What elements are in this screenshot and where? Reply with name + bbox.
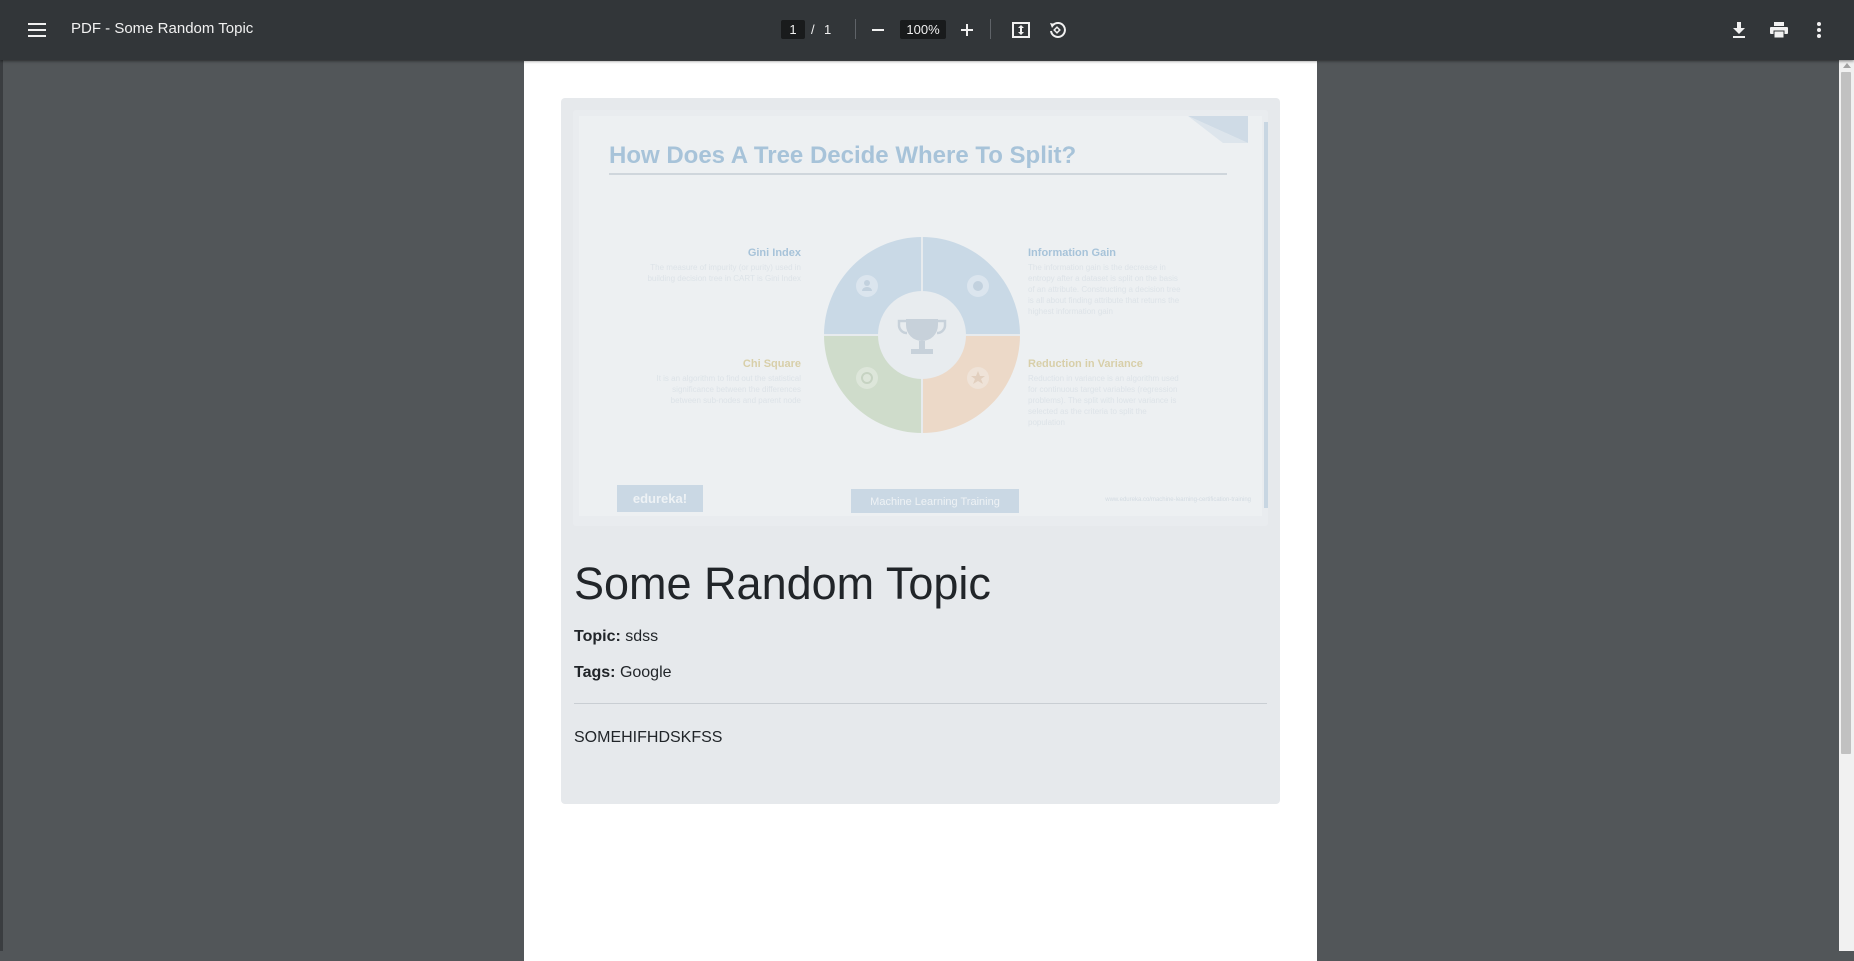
zoom-level-input[interactable]: 100%	[900, 20, 946, 39]
page-number-input[interactable]: 1	[781, 20, 805, 39]
slide-item-text: The information gain is the decrease in	[1028, 263, 1166, 272]
slide-item-text: is all about finding attribute that retu…	[1028, 296, 1180, 305]
document-viewer[interactable]: How Does A Tree Decide Where To Split? G…	[0, 60, 1854, 961]
slide-item-heading: Information Gain	[1028, 247, 1116, 259]
content-card: How Does A Tree Decide Where To Split? G…	[561, 98, 1280, 804]
tags-label: Tags:	[574, 664, 616, 681]
document-title: PDF - Some Random Topic	[71, 20, 254, 37]
user-icon	[856, 275, 878, 297]
slide-item-text: Reduction in variance is an algorithm us…	[1028, 374, 1179, 383]
slide-item-text: between sub-nodes and parent node	[671, 396, 802, 405]
viewer-edge	[0, 60, 3, 951]
scroll-up-arrow-icon[interactable]	[1843, 63, 1851, 68]
slide-item-text: problems). The split with lower variance…	[1028, 396, 1176, 405]
tags-value: Google	[619, 664, 672, 681]
slide-item-text: selected as the criteria to split the	[1028, 407, 1147, 416]
slide-item-heading: Reduction in Variance	[1028, 358, 1143, 370]
rotate-icon	[1050, 22, 1066, 38]
toolbar-divider	[990, 19, 991, 39]
slide-brand: edureka!	[633, 491, 687, 506]
slide-footer-label: Machine Learning Training	[870, 496, 1000, 508]
topic-line: Topic: sdss	[574, 628, 658, 646]
slide-item-text: significance between the differences	[672, 385, 801, 394]
slide-item-text: population	[1028, 418, 1065, 427]
slide-title: How Does A Tree Decide Where To Split?	[609, 142, 1076, 169]
slide-item-text: of an attribute. Constructing a decision…	[1028, 285, 1181, 294]
slide-item-text: building decision tree in CART is Gini I…	[647, 274, 801, 283]
body-text: SOMEHIFHDSKFSS	[574, 729, 723, 746]
topic-value: sdss	[625, 628, 659, 645]
slide-illustration: How Does A Tree Decide Where To Split? G…	[573, 110, 1268, 526]
slide-item-heading: Chi Square	[743, 358, 801, 370]
more-options-button[interactable]	[1801, 12, 1837, 48]
slide-item-text: for continuous target variables (regress…	[1028, 385, 1177, 394]
slide-image: How Does A Tree Decide Where To Split? G…	[573, 110, 1268, 526]
tags-line: Tags: Google	[574, 664, 672, 682]
slide-item-text: entropy after a dataset is split on the …	[1028, 274, 1178, 283]
print-button[interactable]	[1761, 12, 1797, 48]
divider-line	[574, 703, 1267, 704]
menu-icon	[28, 23, 46, 37]
page-heading: Some Random Topic	[574, 558, 991, 609]
slide-item-text: It is an algorithm to find out the stati…	[656, 374, 801, 383]
slide-item-text: highest information gain	[1028, 307, 1113, 316]
zoom-in-button[interactable]	[949, 12, 985, 48]
menu-button[interactable]	[19, 12, 55, 48]
pdf-page: How Does A Tree Decide Where To Split? G…	[524, 61, 1317, 961]
page-separator: /	[811, 22, 815, 37]
zoom-in-icon	[961, 24, 973, 36]
slide-footer-url: www.edureka.co/machine-learning-certific…	[1104, 497, 1251, 503]
topic-label: Topic:	[574, 628, 621, 645]
print-icon	[1770, 22, 1788, 38]
slide-item-text: The measure of impurity (or purity) used…	[650, 263, 801, 272]
download-icon	[1733, 22, 1745, 38]
globe-icon	[967, 275, 989, 297]
scrollbar-thumb[interactable]	[1841, 72, 1851, 754]
pdf-toolbar: PDF - Some Random Topic 1 / 1 100%	[0, 0, 1854, 60]
more-options-icon	[1817, 22, 1821, 38]
target-icon	[856, 367, 878, 389]
rotate-button[interactable]	[1039, 12, 1075, 48]
fit-to-page-button[interactable]	[1003, 12, 1039, 48]
star-icon	[967, 367, 989, 389]
fit-to-page-icon	[1012, 22, 1030, 38]
zoom-out-icon	[872, 29, 884, 31]
slide-item-heading: Gini Index	[748, 247, 802, 259]
page-total: 1	[824, 22, 832, 37]
toolbar-divider	[855, 19, 856, 39]
zoom-out-button[interactable]	[860, 12, 896, 48]
download-button[interactable]	[1721, 12, 1757, 48]
